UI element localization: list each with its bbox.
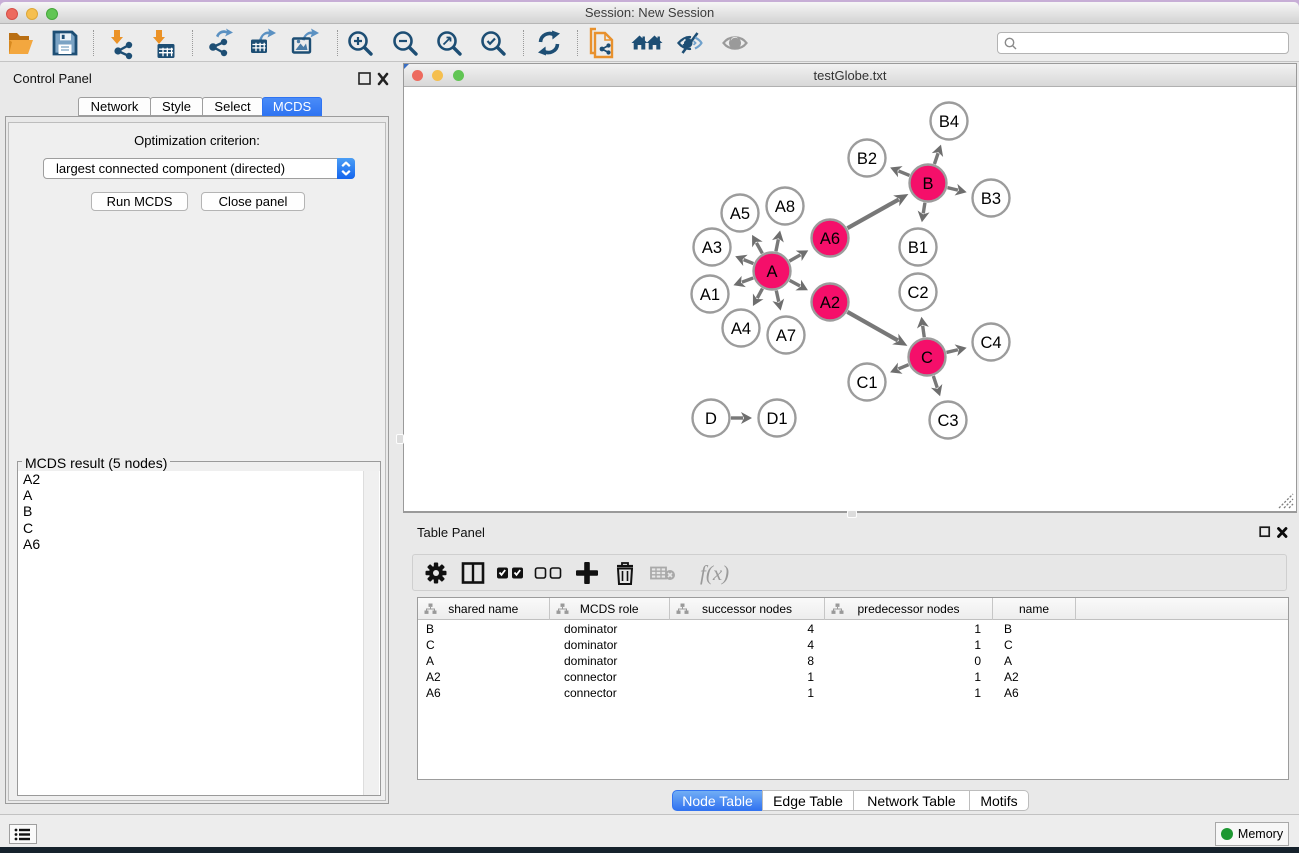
svg-text:D1: D1 <box>766 410 787 428</box>
svg-text:B1: B1 <box>908 239 928 257</box>
svg-text:B3: B3 <box>981 190 1001 208</box>
svg-text:C2: C2 <box>907 284 928 302</box>
svg-text:D: D <box>705 410 717 428</box>
svg-text:A1: A1 <box>700 286 720 304</box>
svg-text:C3: C3 <box>937 412 958 430</box>
svg-text:B4: B4 <box>939 113 959 131</box>
svg-text:A5: A5 <box>730 205 750 223</box>
svg-text:B2: B2 <box>857 150 877 168</box>
svg-text:A7: A7 <box>776 327 796 345</box>
svg-text:A4: A4 <box>731 320 751 338</box>
svg-text:C4: C4 <box>980 334 1001 352</box>
svg-text:f(x): f(x) <box>700 561 729 585</box>
svg-text:A: A <box>766 263 777 281</box>
svg-text:A6: A6 <box>820 230 840 248</box>
svg-text:C: C <box>921 349 933 367</box>
svg-text:A2: A2 <box>820 294 840 312</box>
svg-text:C1: C1 <box>856 374 877 392</box>
svg-text:A3: A3 <box>702 239 722 257</box>
svg-text:B: B <box>922 175 933 193</box>
svg-text:A8: A8 <box>775 198 795 216</box>
